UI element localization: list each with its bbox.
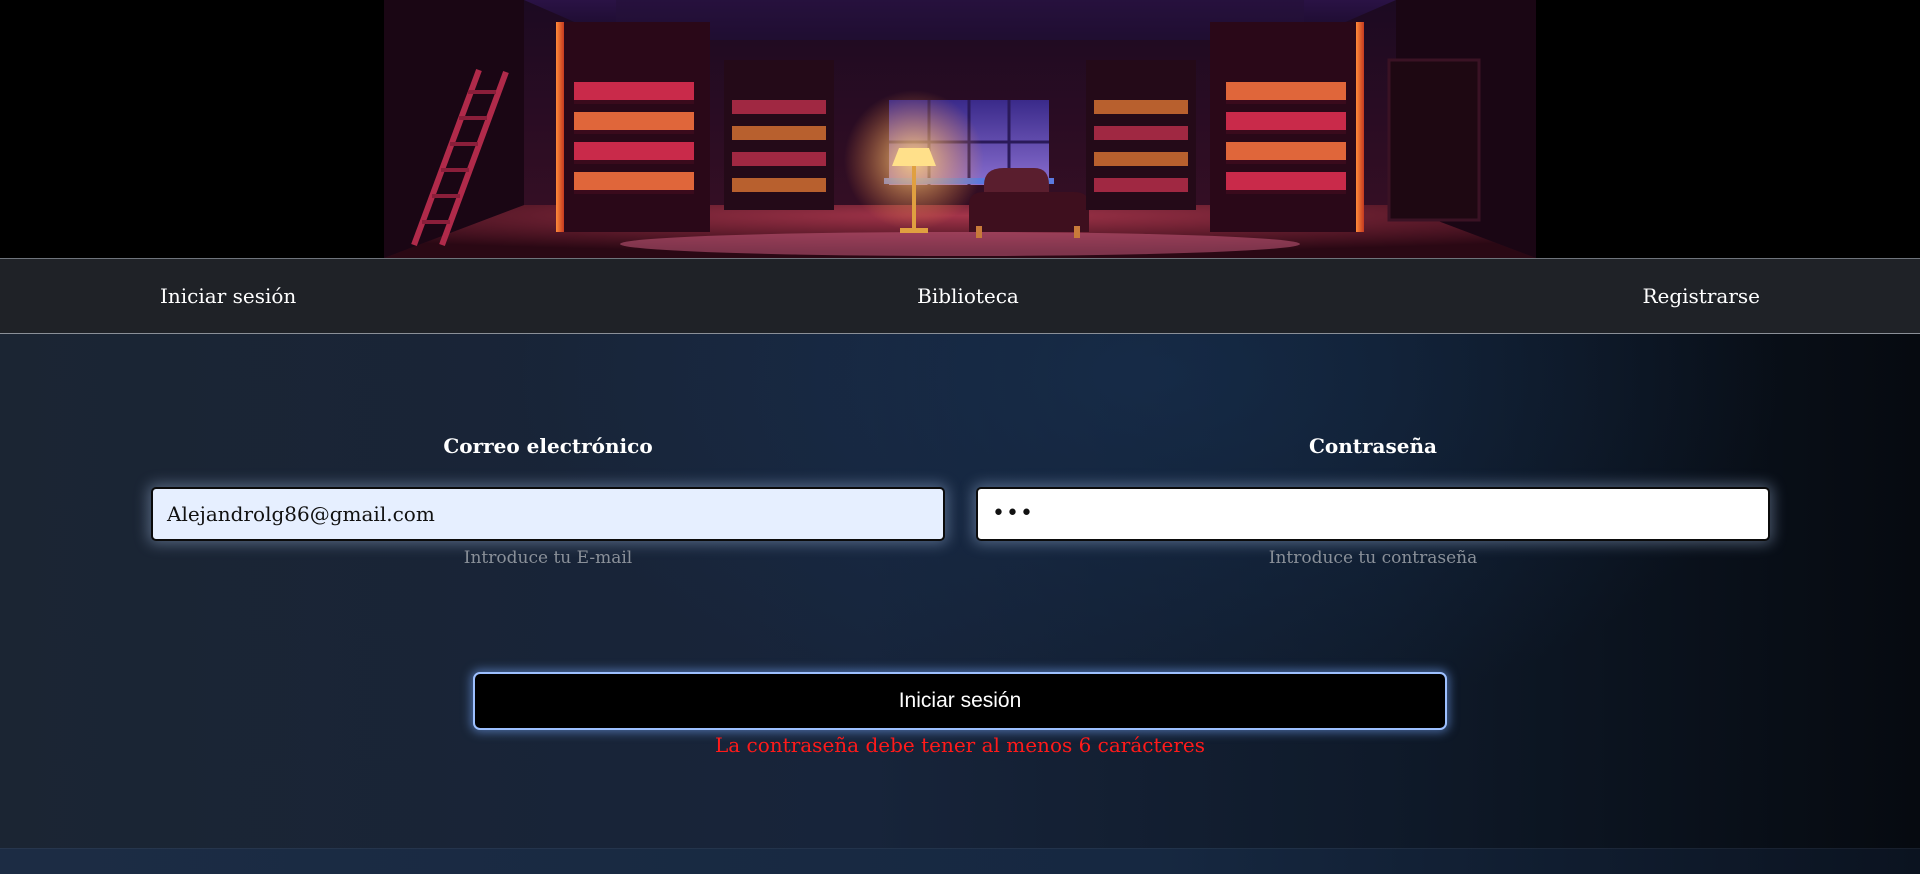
password-input[interactable]: ••• xyxy=(976,487,1770,541)
top-navigation: Iniciar sesión Biblioteca Registrarse xyxy=(0,258,1920,334)
bottom-strip xyxy=(0,848,1920,874)
nav-library-link[interactable]: Biblioteca xyxy=(0,259,1920,333)
library-banner-image xyxy=(384,0,1536,258)
email-hint: Introduce tu E-mail xyxy=(463,548,633,568)
login-form-area: Correo electrónico Alejandrolg86@gmail.c… xyxy=(0,334,1920,874)
email-input[interactable]: Alejandrolg86@gmail.com xyxy=(151,487,945,541)
login-submit-button[interactable]: Iniciar sesión xyxy=(473,672,1447,730)
password-label: Contraseña xyxy=(1308,434,1438,458)
header-banner xyxy=(0,0,1920,258)
email-label: Correo electrónico xyxy=(443,434,653,458)
password-hint: Introduce tu contraseña xyxy=(1268,548,1478,568)
nav-register-link[interactable]: Registrarse xyxy=(1642,259,1760,333)
password-error-message: La contraseña debe tener al menos 6 cará… xyxy=(714,733,1206,757)
